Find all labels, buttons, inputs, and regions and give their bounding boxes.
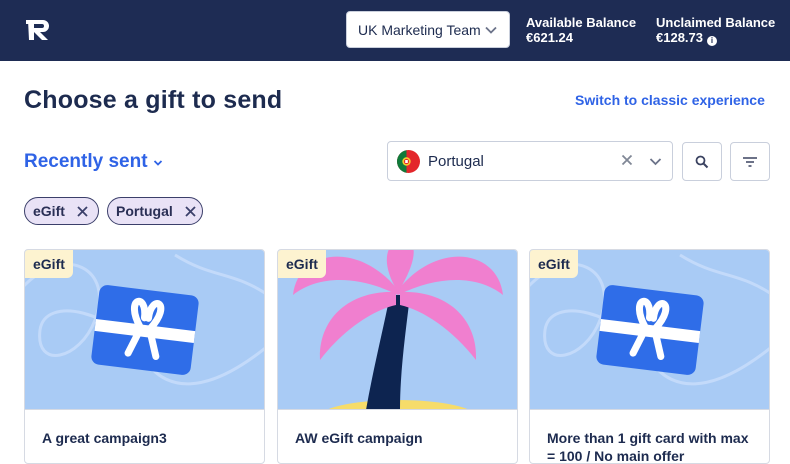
chevron-down-icon[interactable] bbox=[649, 155, 662, 168]
egift-badge: eGift bbox=[530, 250, 578, 278]
available-balance: Available Balance €621.24 bbox=[526, 15, 636, 45]
gift-card-tile[interactable]: eGift A great campaign3 bbox=[24, 249, 265, 464]
filter-icon bbox=[743, 156, 757, 167]
country-select[interactable]: Portugal bbox=[387, 141, 673, 181]
card-title: A great campaign3 bbox=[42, 430, 167, 446]
country-select-value: Portugal bbox=[428, 153, 484, 170]
chevron-down-icon bbox=[153, 160, 162, 166]
unclaimed-balance-value: €128.73 bbox=[656, 30, 703, 45]
close-icon[interactable] bbox=[77, 205, 88, 217]
filter-chip-label: eGift bbox=[33, 203, 65, 219]
page-title: Choose a gift to send bbox=[24, 86, 283, 114]
sort-dropdown[interactable]: Recently sent bbox=[24, 151, 163, 173]
filter-chip-egift: eGift bbox=[24, 197, 99, 225]
egift-badge: eGift bbox=[25, 250, 73, 278]
search-button[interactable] bbox=[682, 142, 722, 181]
info-icon[interactable]: i bbox=[707, 36, 717, 46]
filter-chip-label: Portugal bbox=[116, 203, 173, 219]
card-title: AW eGift campaign bbox=[295, 430, 423, 446]
close-icon[interactable] bbox=[185, 205, 196, 217]
available-balance-label: Available Balance bbox=[526, 15, 637, 30]
gift-card-tile[interactable]: eGift More than 1 gift card with max = 1… bbox=[529, 249, 770, 464]
clear-icon[interactable] bbox=[621, 154, 633, 166]
search-icon bbox=[695, 155, 709, 168]
gift-card-tile[interactable]: eGift AW eGift campaign bbox=[277, 249, 518, 464]
filter-chip-portugal: Portugal bbox=[107, 197, 203, 225]
team-select-dropdown[interactable]: UK Marketing Team bbox=[346, 11, 510, 48]
egift-badge: eGift bbox=[278, 250, 326, 278]
switch-classic-experience-link[interactable]: Switch to classic experience bbox=[575, 92, 765, 108]
portugal-flag-icon bbox=[397, 150, 420, 173]
sort-label: Recently sent bbox=[24, 151, 148, 172]
brand-logo-icon[interactable] bbox=[26, 17, 56, 41]
unclaimed-balance-label: Unclaimed Balance bbox=[656, 15, 776, 30]
team-select-label: UK Marketing Team bbox=[358, 21, 481, 38]
unclaimed-balance: Unclaimed Balance €128.73 i bbox=[656, 15, 775, 46]
top-navigation-bar: UK Marketing Team Available Balance €621… bbox=[0, 0, 790, 61]
available-balance-value: €621.24 bbox=[526, 30, 573, 45]
filter-button[interactable] bbox=[730, 142, 770, 181]
chevron-down-icon bbox=[485, 26, 497, 34]
